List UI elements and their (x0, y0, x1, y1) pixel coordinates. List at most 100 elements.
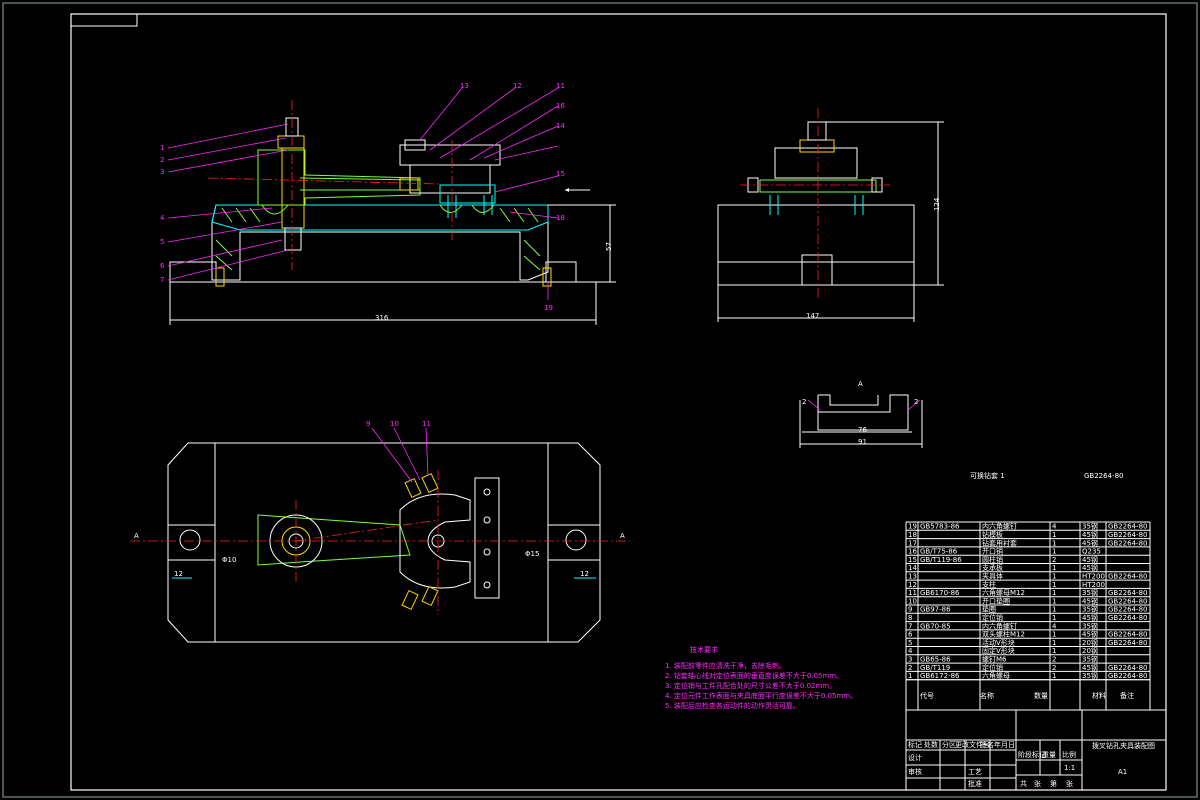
parts-cell: 固定V形块 (982, 646, 1015, 655)
dim-side-height: 124 (933, 197, 941, 211)
parts-cell: HT200 (1082, 581, 1105, 589)
parts-footer-label: 数量 (1034, 691, 1048, 700)
parts-cell: 15 (908, 556, 917, 564)
dim-front-width: 316 (375, 314, 389, 322)
parts-cell: 1 (1052, 539, 1056, 547)
parts-cell: 11 (908, 589, 917, 597)
section-mark-a-right: A (620, 532, 625, 540)
balloon-front-2: 2 (160, 156, 164, 164)
parts-cell: 1 (1052, 597, 1056, 605)
parts-cell: GB/T119 (920, 664, 950, 672)
balloon-plan-10: 10 (390, 420, 399, 428)
balloon-top-14: 14 (556, 122, 565, 130)
parts-cell: 3 (908, 656, 912, 664)
parts-cell: 6 (908, 631, 913, 639)
parts-cell: GB2264-80 (1108, 589, 1147, 597)
parts-cell: 开口垫圈 (982, 596, 1010, 605)
front-view-balloons: 1 2 3 4 5 6 7 13 12 11 16 14 15 18 19 (160, 82, 565, 312)
parts-cell: 12 (908, 581, 917, 589)
parts-cell: 19 (908, 523, 917, 531)
balloon-top-13: 13 (460, 82, 469, 90)
corner-code-box (70, 13, 138, 27)
parts-cell: GB2264-80 (1108, 531, 1147, 539)
parts-footer-band (905, 679, 1151, 711)
sign-label-2: 处数 (924, 740, 938, 749)
plan-label-right: Φ15 (525, 550, 539, 558)
balloon-top-15: 15 (556, 170, 565, 178)
parts-cell: 垫圈 (982, 605, 996, 614)
parts-cell: 螺钉M6 (982, 655, 1007, 664)
parts-footer-label: 材料 (1092, 691, 1106, 700)
parts-cell: GB2264-80 (1108, 614, 1147, 622)
balloon-top-11: 11 (556, 82, 565, 90)
parts-cell: 活动V形块 (982, 638, 1015, 647)
balloon-front-5: 5 (160, 238, 164, 246)
role-design: 设计 (908, 753, 922, 762)
parts-cell: GB65-86 (920, 656, 951, 664)
parts-cell: 13 (908, 573, 917, 581)
list-caption-code: GB2264-80 (1084, 472, 1123, 480)
parts-cell: GB6172-86 (920, 672, 960, 680)
parts-cell: 45钢 (1082, 613, 1098, 622)
parts-cell: 夹具体 (982, 572, 1003, 581)
parts-cell: 45钢 (1082, 663, 1098, 672)
parts-cell: 35钢 (1082, 621, 1098, 630)
parts-cell: 45钢 (1082, 538, 1098, 547)
side-view: 147 124 (717, 108, 944, 322)
parts-cell: 35钢 (1082, 588, 1098, 597)
parts-cell: 35钢 (1082, 655, 1098, 664)
title-block: 标记 处数 分区 更改文件号 签名 年月日 设计 审核 工艺 批准 阶段标记 重… (905, 709, 1167, 791)
parts-cell: 1 (1052, 631, 1056, 639)
parts-cell: 35钢 (1082, 671, 1098, 680)
dim-detail-left: 2 (802, 398, 806, 406)
parts-cell: 20钢 (1082, 646, 1098, 655)
parts-footer-label: 名称 (980, 691, 994, 700)
parts-cell: 16 (908, 548, 917, 556)
parts-cell: 45钢 (1082, 596, 1098, 605)
sheet-size: A1 (1118, 768, 1127, 776)
scale-value: 1:1 (1064, 764, 1075, 772)
outer-border (2, 2, 1198, 798)
parts-cell: GB/T119-86 (920, 556, 962, 564)
parts-cell: 双头螺柱M12 (982, 630, 1025, 639)
role-process: 工艺 (968, 768, 982, 776)
parts-cell: 35钢 (1082, 522, 1098, 531)
balloon-top-12: 12 (513, 82, 522, 90)
parts-cell: 支承板 (982, 563, 1003, 572)
front-section-view: 316 57 (169, 100, 616, 325)
section-mark-a-left: A (134, 532, 139, 540)
balloon-front-3: 3 (160, 168, 164, 176)
role-review: 审核 (908, 767, 922, 776)
parts-cell: 14 (908, 564, 917, 572)
parts-cell: 4 (908, 647, 913, 655)
parts-cell: 18 (908, 531, 917, 539)
parts-cell: 45钢 (1082, 563, 1098, 572)
notes-title: 技术要求 (690, 645, 718, 654)
parts-cell: 17 (908, 539, 917, 547)
parts-cell: 1 (1052, 672, 1056, 680)
parts-cell: Q235 (1082, 548, 1101, 556)
balloon-top-19: 19 (544, 304, 553, 312)
role-approve: 批准 (968, 779, 982, 788)
cad-drawing-sheet: 316 57 1 2 3 4 5 6 7 13 12 11 16 14 15 1… (2, 2, 1198, 798)
parts-cell: 1 (1052, 548, 1056, 556)
parts-cell: 45钢 (1082, 555, 1098, 564)
parts-cell: 1 (1052, 581, 1056, 589)
parts-cell: 1 (908, 672, 912, 680)
list-caption: 可换钻套 1 (970, 471, 1005, 480)
balloon-front-1: 1 (160, 144, 164, 152)
parts-cell: 定位销 (982, 663, 1003, 672)
parts-cell: 支柱 (982, 580, 996, 589)
drawing-title: 拨叉钻孔夹具装配图 (1092, 741, 1155, 750)
parts-cell: GB2264-80 (1108, 631, 1147, 639)
parts-cell: GB2264-80 (1108, 523, 1147, 531)
parts-cell: 1 (1052, 573, 1056, 581)
parts-cell: GB2264-80 (1108, 597, 1147, 605)
parts-cell: 4 (1052, 622, 1057, 630)
sheet-current-1: 第 (1050, 779, 1057, 788)
dim-detail-outer: 91 (858, 438, 867, 446)
parts-footer-label: 备注 (1120, 691, 1134, 700)
parts-cell: 钻模板 (982, 530, 1003, 539)
note-1: 1. 装配前零件应清洗干净，去除毛刺。 (665, 661, 786, 670)
parts-cell: 1 (1052, 614, 1056, 622)
